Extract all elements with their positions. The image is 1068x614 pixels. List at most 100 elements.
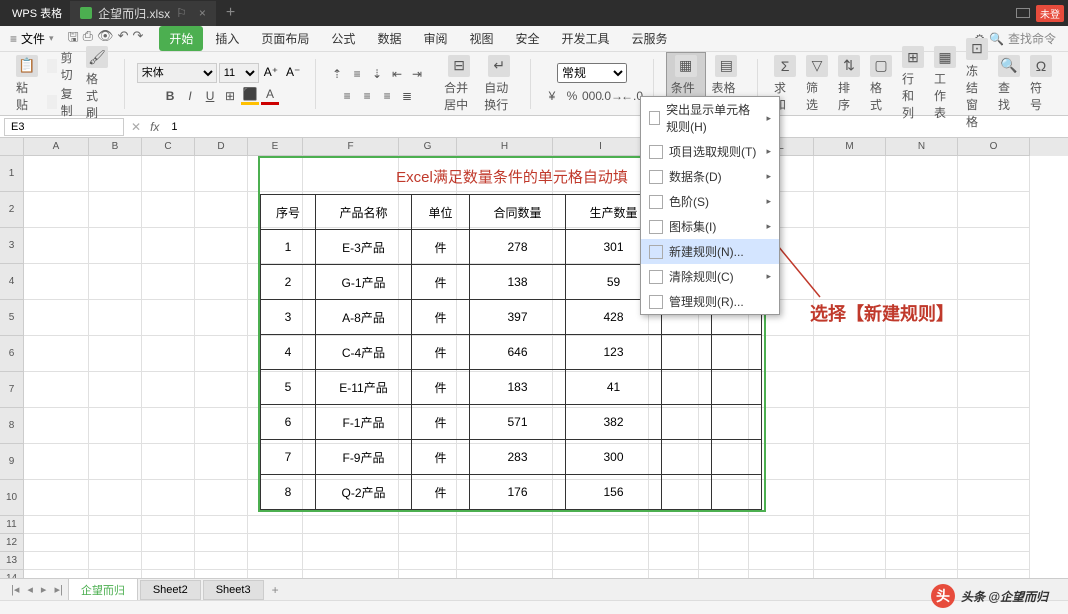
cell[interactable] <box>195 156 248 192</box>
cell[interactable] <box>142 408 195 444</box>
cell[interactable] <box>958 534 1030 552</box>
cell[interactable] <box>89 228 142 264</box>
cell[interactable] <box>958 408 1030 444</box>
worksheet-button[interactable]: ▦工作表 <box>930 44 960 123</box>
cell[interactable] <box>248 552 303 570</box>
cell[interactable] <box>814 516 886 534</box>
cell[interactable] <box>886 372 958 408</box>
wrap-text-button[interactable]: ↵自动换行 <box>480 53 518 115</box>
percent-icon[interactable]: % <box>563 87 581 105</box>
cell[interactable] <box>457 552 553 570</box>
sort-button[interactable]: ⇅排序 <box>834 53 864 115</box>
cell[interactable] <box>24 552 89 570</box>
cell[interactable] <box>886 408 958 444</box>
cell[interactable] <box>749 534 814 552</box>
cell[interactable] <box>24 516 89 534</box>
column-header[interactable]: E <box>248 138 303 156</box>
cell[interactable] <box>749 552 814 570</box>
tab-cloud[interactable]: 云服务 <box>622 26 678 51</box>
column-header[interactable]: C <box>142 138 195 156</box>
cell[interactable] <box>89 156 142 192</box>
cell[interactable] <box>814 552 886 570</box>
menu-item[interactable]: 清除规则(C)▸ <box>641 264 779 289</box>
align-bottom-icon[interactable]: ⇣ <box>368 65 386 83</box>
cell[interactable] <box>814 228 886 264</box>
cell[interactable] <box>958 372 1030 408</box>
rowcol-button[interactable]: ⊞行和列 <box>898 44 928 123</box>
cell[interactable] <box>24 228 89 264</box>
cell[interactable] <box>142 228 195 264</box>
filter-button[interactable]: ▽筛选 <box>802 53 832 115</box>
cell[interactable] <box>958 336 1030 372</box>
grid-area[interactable]: ABCDEFGHIJKLMNO 123456789101112131415 Ex… <box>0 138 1068 580</box>
cell[interactable] <box>958 552 1030 570</box>
cell[interactable] <box>649 552 699 570</box>
cell[interactable] <box>814 372 886 408</box>
sheet-nav-last-icon[interactable]: ▸| <box>51 583 65 596</box>
cell[interactable] <box>195 516 248 534</box>
cell[interactable] <box>814 480 886 516</box>
name-box[interactable] <box>4 118 124 136</box>
cell[interactable] <box>195 480 248 516</box>
row-header[interactable]: 2 <box>0 192 24 228</box>
decimal-dec-icon[interactable]: ←.0 <box>623 87 641 105</box>
cell[interactable] <box>958 480 1030 516</box>
add-sheet-button[interactable]: + <box>266 583 285 597</box>
column-header[interactable]: N <box>886 138 958 156</box>
cell[interactable] <box>814 336 886 372</box>
font-select[interactable]: 宋体 <box>137 63 217 83</box>
sheet-nav-prev-icon[interactable]: ◂ <box>24 583 36 596</box>
cell[interactable] <box>89 480 142 516</box>
tab-data[interactable]: 数据 <box>367 26 411 51</box>
fx-cancel-icon[interactable]: ✕ <box>128 120 144 134</box>
cell[interactable] <box>24 444 89 480</box>
document-tab[interactable]: 企望而归.xlsx ⚐ × <box>70 1 216 26</box>
cell[interactable] <box>399 552 457 570</box>
undo-icon[interactable]: ↶ <box>118 28 129 50</box>
underline-button[interactable]: U <box>201 87 219 105</box>
cell[interactable] <box>89 408 142 444</box>
cell[interactable] <box>958 228 1030 264</box>
cell[interactable] <box>89 372 142 408</box>
merge-center-button[interactable]: ⊟合并居中 <box>440 53 478 115</box>
column-header[interactable]: B <box>89 138 142 156</box>
align-center-icon[interactable]: ≡ <box>358 87 376 105</box>
cell[interactable] <box>142 552 195 570</box>
cell[interactable] <box>958 264 1030 300</box>
paste-button[interactable]: 📋粘贴 <box>12 53 42 115</box>
cell[interactable] <box>142 336 195 372</box>
cell[interactable] <box>195 192 248 228</box>
cell[interactable] <box>24 372 89 408</box>
cell[interactable] <box>248 534 303 552</box>
cell[interactable] <box>553 552 649 570</box>
decrease-font-icon[interactable]: A⁻ <box>283 63 303 83</box>
align-right-icon[interactable]: ≡ <box>378 87 396 105</box>
freeze-button[interactable]: ⊡冻结窗格 <box>962 36 992 132</box>
indent-left-icon[interactable]: ⇤ <box>388 65 406 83</box>
cell[interactable] <box>195 552 248 570</box>
row-header[interactable]: 8 <box>0 408 24 444</box>
cell[interactable] <box>649 534 699 552</box>
cell[interactable] <box>89 516 142 534</box>
symbol-button[interactable]: Ω符号 <box>1026 53 1056 115</box>
cell[interactable] <box>142 480 195 516</box>
row-header[interactable]: 4 <box>0 264 24 300</box>
menu-item[interactable]: 项目选取规则(T)▸ <box>641 139 779 164</box>
tab-view[interactable]: 视图 <box>459 26 503 51</box>
align-middle-icon[interactable]: ≡ <box>348 65 366 83</box>
tab-insert[interactable]: 插入 <box>205 26 249 51</box>
sheet-nav-first-icon[interactable]: |◂ <box>8 583 22 596</box>
find-button[interactable]: 🔍查找 <box>994 53 1024 115</box>
column-header[interactable]: O <box>958 138 1030 156</box>
cell[interactable] <box>303 552 399 570</box>
cell[interactable] <box>699 552 749 570</box>
cell[interactable] <box>699 516 749 534</box>
indent-right-icon[interactable]: ⇥ <box>408 65 426 83</box>
row-header[interactable]: 11 <box>0 516 24 534</box>
cell[interactable] <box>24 408 89 444</box>
cell[interactable] <box>749 516 814 534</box>
cell[interactable] <box>89 192 142 228</box>
cell[interactable] <box>24 192 89 228</box>
tab-developer[interactable]: 开发工具 <box>552 26 620 51</box>
cell[interactable] <box>24 480 89 516</box>
